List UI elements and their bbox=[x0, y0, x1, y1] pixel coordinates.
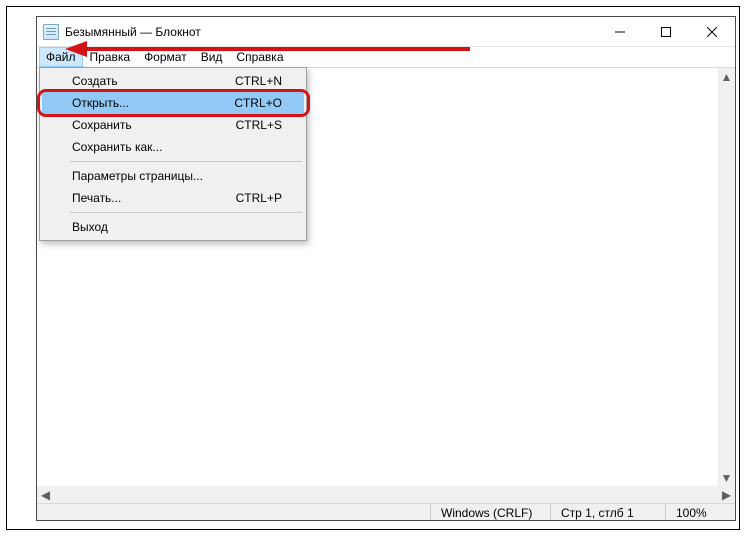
menu-item-print[interactable]: Печать... CTRL+P bbox=[42, 187, 304, 209]
menu-help[interactable]: Справка bbox=[229, 47, 290, 67]
menu-separator bbox=[70, 212, 302, 213]
menu-item-saveas-label: Сохранить как... bbox=[72, 140, 282, 154]
menu-format[interactable]: Формат bbox=[137, 47, 194, 67]
menu-item-save-accel: CTRL+S bbox=[236, 118, 282, 132]
menu-item-print-accel: CTRL+P bbox=[236, 191, 282, 205]
notepad-window: Безымянный — Блокнот Файл Правка Формат … bbox=[36, 16, 736, 521]
chevron-left-icon: ◀ bbox=[41, 488, 50, 502]
minimize-button[interactable] bbox=[597, 17, 643, 47]
menu-item-exit-label: Выход bbox=[72, 220, 282, 234]
titlebar: Безымянный — Блокнот bbox=[37, 17, 735, 47]
scroll-up-button[interactable]: ▲ bbox=[718, 68, 735, 85]
status-position: Стр 1, стлб 1 bbox=[550, 504, 665, 520]
menu-item-new[interactable]: Создать CTRL+N bbox=[42, 70, 304, 92]
chevron-right-icon: ▶ bbox=[722, 488, 731, 502]
menu-file[interactable]: Файл bbox=[39, 47, 83, 67]
menu-view-label: Вид bbox=[201, 50, 223, 64]
scroll-down-button[interactable]: ▼ bbox=[718, 469, 735, 486]
menu-file-label: Файл bbox=[46, 50, 76, 64]
menubar: Файл Правка Формат Вид Справка bbox=[37, 47, 735, 67]
status-encoding: Windows (CRLF) bbox=[430, 504, 550, 520]
file-menu-dropdown: Создать CTRL+N Открыть... CTRL+O Сохрани… bbox=[39, 67, 307, 241]
chevron-down-icon: ▼ bbox=[721, 471, 733, 485]
menu-item-saveas[interactable]: Сохранить как... bbox=[42, 136, 304, 158]
menu-help-label: Справка bbox=[236, 50, 283, 64]
menu-item-exit[interactable]: Выход bbox=[42, 216, 304, 238]
chevron-up-icon: ▲ bbox=[721, 70, 733, 84]
scroll-right-button[interactable]: ▶ bbox=[718, 486, 735, 503]
vertical-scrollbar[interactable]: ▲ ▼ bbox=[718, 68, 735, 486]
menu-item-open-accel: CTRL+O bbox=[234, 96, 282, 110]
menu-item-save[interactable]: Сохранить CTRL+S bbox=[42, 114, 304, 136]
close-button[interactable] bbox=[689, 17, 735, 47]
menu-item-save-label: Сохранить bbox=[72, 118, 236, 132]
menu-edit-label: Правка bbox=[90, 50, 131, 64]
notepad-icon bbox=[43, 24, 59, 40]
menu-item-new-accel: CTRL+N bbox=[235, 74, 282, 88]
menu-item-pagesetup-label: Параметры страницы... bbox=[72, 169, 282, 183]
window-title: Безымянный — Блокнот bbox=[65, 25, 201, 39]
menu-item-pagesetup[interactable]: Параметры страницы... bbox=[42, 165, 304, 187]
menu-edit[interactable]: Правка bbox=[83, 47, 138, 67]
window-controls bbox=[597, 17, 735, 46]
menu-format-label: Формат bbox=[144, 50, 187, 64]
menu-item-print-label: Печать... bbox=[72, 191, 236, 205]
statusbar: Windows (CRLF) Стр 1, стлб 1 100% bbox=[37, 503, 735, 520]
menu-separator bbox=[70, 161, 302, 162]
maximize-button[interactable] bbox=[643, 17, 689, 47]
menu-item-open[interactable]: Открыть... CTRL+O bbox=[42, 92, 304, 114]
horizontal-scrollbar[interactable]: ◀ ▶ bbox=[37, 486, 735, 503]
status-zoom: 100% bbox=[665, 504, 735, 520]
menu-item-open-label: Открыть... bbox=[72, 96, 234, 110]
menu-item-new-label: Создать bbox=[72, 74, 235, 88]
menu-view[interactable]: Вид bbox=[194, 47, 230, 67]
scroll-left-button[interactable]: ◀ bbox=[37, 486, 54, 503]
